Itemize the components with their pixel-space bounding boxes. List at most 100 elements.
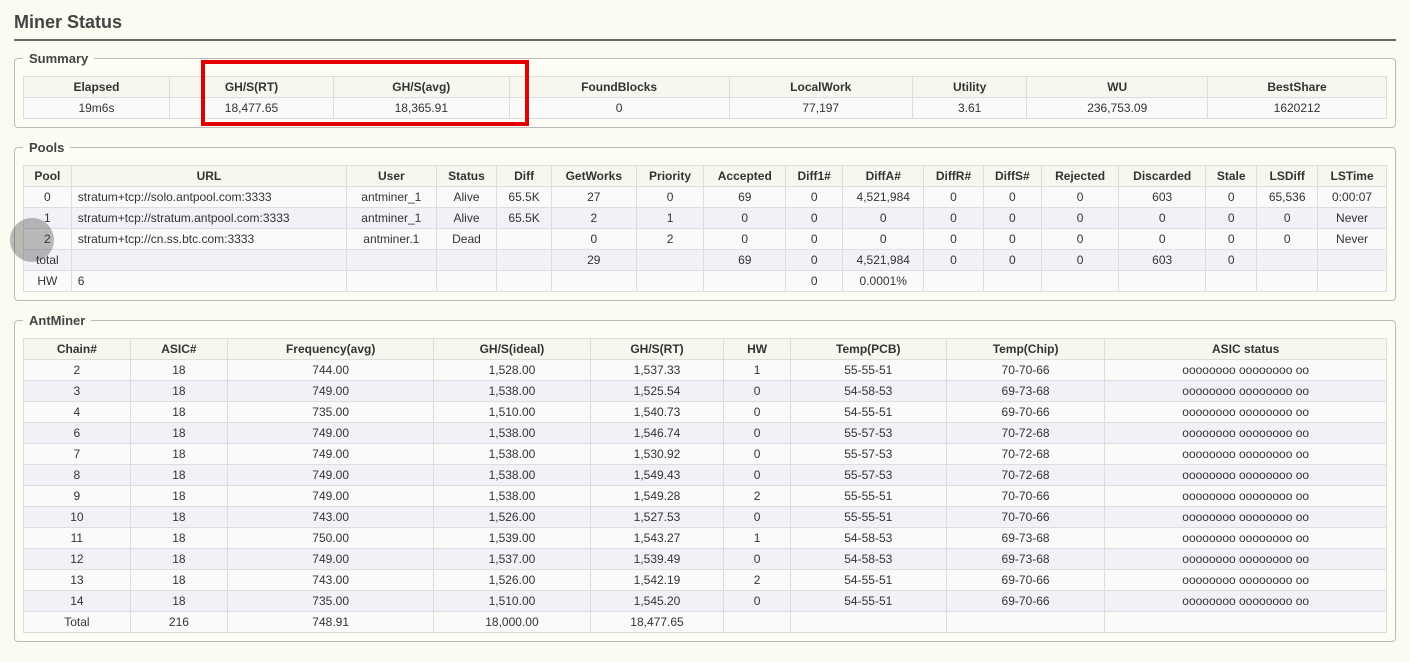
table-row: 818749.001,538.001,549.43055-57-5370-72-… [24,465,1387,486]
antminer-cell: oooooooo oooooooo oo [1105,549,1387,570]
pools-cell [1119,271,1206,292]
antminer-cell: 12 [24,549,131,570]
antminer-table: Chain#ASIC#Frequency(avg)GH/S(ideal)GH/S… [23,338,1387,633]
antminer-cell: 0 [724,591,790,612]
pools-cell: 4,521,984 [843,187,924,208]
table-row: 718749.001,538.001,530.92055-57-5370-72-… [24,444,1387,465]
antminer-cell: 0 [724,444,790,465]
summary-value: 1620212 [1208,98,1387,119]
pools-header: LSDiff [1257,166,1318,187]
antminer-cell: 18 [130,402,227,423]
pools-cell: 0 [924,250,983,271]
summary-header: Utility [912,77,1027,98]
antminer-cell: 1,549.43 [590,465,724,486]
antminer-cell: 1,528.00 [434,360,590,381]
antminer-cell: 54-55-51 [790,591,946,612]
summary-header: GH/S(RT) [169,77,333,98]
pools-cell: 1 [636,208,703,229]
antminer-cell: 70-70-66 [946,360,1105,381]
pools-cell: 0 [983,250,1041,271]
antminer-cell: 54-55-51 [790,402,946,423]
pools-cell: 0 [1206,208,1257,229]
antminer-cell: 1,538.00 [434,465,590,486]
table-row: 1118750.001,539.001,543.27154-58-5369-73… [24,528,1387,549]
pools-cell [1041,271,1118,292]
antminer-cell: oooooooo oooooooo oo [1105,507,1387,528]
pools-cell: 0 [1206,229,1257,250]
pools-cell: 2 [636,229,703,250]
antminer-cell: 55-57-53 [790,423,946,444]
antminer-cell: 4 [24,402,131,423]
antminer-cell: 54-58-53 [790,549,946,570]
pools-cell: 0 [1206,187,1257,208]
antminer-header: ASIC# [130,339,227,360]
summary-header: FoundBlocks [509,77,729,98]
antminer-cell: 744.00 [228,360,434,381]
antminer-cell: 735.00 [228,402,434,423]
antminer-cell: 18 [130,423,227,444]
pools-cell: 0 [551,229,636,250]
pools-cell: 0 [983,229,1041,250]
pools-cell: 0 [1119,208,1206,229]
pools-cell: 0 [786,250,843,271]
antminer-header: ASIC status [1105,339,1387,360]
antminer-cell: oooooooo oooooooo oo [1105,570,1387,591]
antminer-cell: 55-55-51 [790,507,946,528]
pools-cell [347,250,436,271]
pools-header: Status [436,166,497,187]
antminer-cell: 18 [130,360,227,381]
antminer-cell [946,612,1105,633]
antminer-cell: 55-55-51 [790,360,946,381]
table-row: Total216748.9118,000.0018,477.65 [24,612,1387,633]
antminer-cell: 69-70-66 [946,570,1105,591]
antminer-cell: 749.00 [228,465,434,486]
pools-cell: 2 [551,208,636,229]
pools-cell [1257,271,1318,292]
antminer-cell [790,612,946,633]
antminer-cell: 3 [24,381,131,402]
pools-cell: antminer_1 [347,208,436,229]
pools-cell [347,271,436,292]
pools-cell: 0 [704,208,786,229]
antminer-cell: 18 [130,444,227,465]
summary-table: ElapsedGH/S(RT)GH/S(avg)FoundBlocksLocal… [23,76,1387,119]
antminer-cell: 1,527.53 [590,507,724,528]
antminer-header: GH/S(ideal) [434,339,590,360]
pools-cell [924,271,983,292]
antminer-cell: 13 [24,570,131,591]
antminer-cell: 2 [724,486,790,507]
pools-cell: 27 [551,187,636,208]
pools-cell: 69 [704,250,786,271]
summary-value: 0 [509,98,729,119]
antminer-cell: oooooooo oooooooo oo [1105,591,1387,612]
pools-header: DiffA# [843,166,924,187]
pools-header: User [347,166,436,187]
title-divider [14,39,1396,41]
table-row: 618749.001,538.001,546.74055-57-5370-72-… [24,423,1387,444]
pools-cell [436,271,497,292]
pools-cell: 0 [786,208,843,229]
antminer-cell: 0 [724,507,790,528]
pools-cell: Dead [436,229,497,250]
antminer-header: Temp(Chip) [946,339,1105,360]
antminer-cell: 70-72-68 [946,423,1105,444]
pools-cell: 0 [924,187,983,208]
antminer-cell: 18 [130,591,227,612]
table-row: HW600.0001% [24,271,1387,292]
pools-header: Discarded [1119,166,1206,187]
antminer-cell: 1,543.27 [590,528,724,549]
antminer-cell: 55-55-51 [790,486,946,507]
overlay-circle [10,218,54,262]
pools-cell: 0 [1041,187,1118,208]
antminer-cell: oooooooo oooooooo oo [1105,402,1387,423]
pools-cell [1318,271,1387,292]
table-row: 1418735.001,510.001,545.20054-55-5169-70… [24,591,1387,612]
antminer-cell: 0 [724,549,790,570]
antminer-cell: 1,526.00 [434,507,590,528]
antminer-cell: 1,539.49 [590,549,724,570]
pools-cell: 4,521,984 [843,250,924,271]
antminer-cell: 1,538.00 [434,444,590,465]
pools-legend: Pools [23,140,70,155]
antminer-cell [724,612,790,633]
pools-cell: stratum+tcp://solo.antpool.com:3333 [71,187,346,208]
